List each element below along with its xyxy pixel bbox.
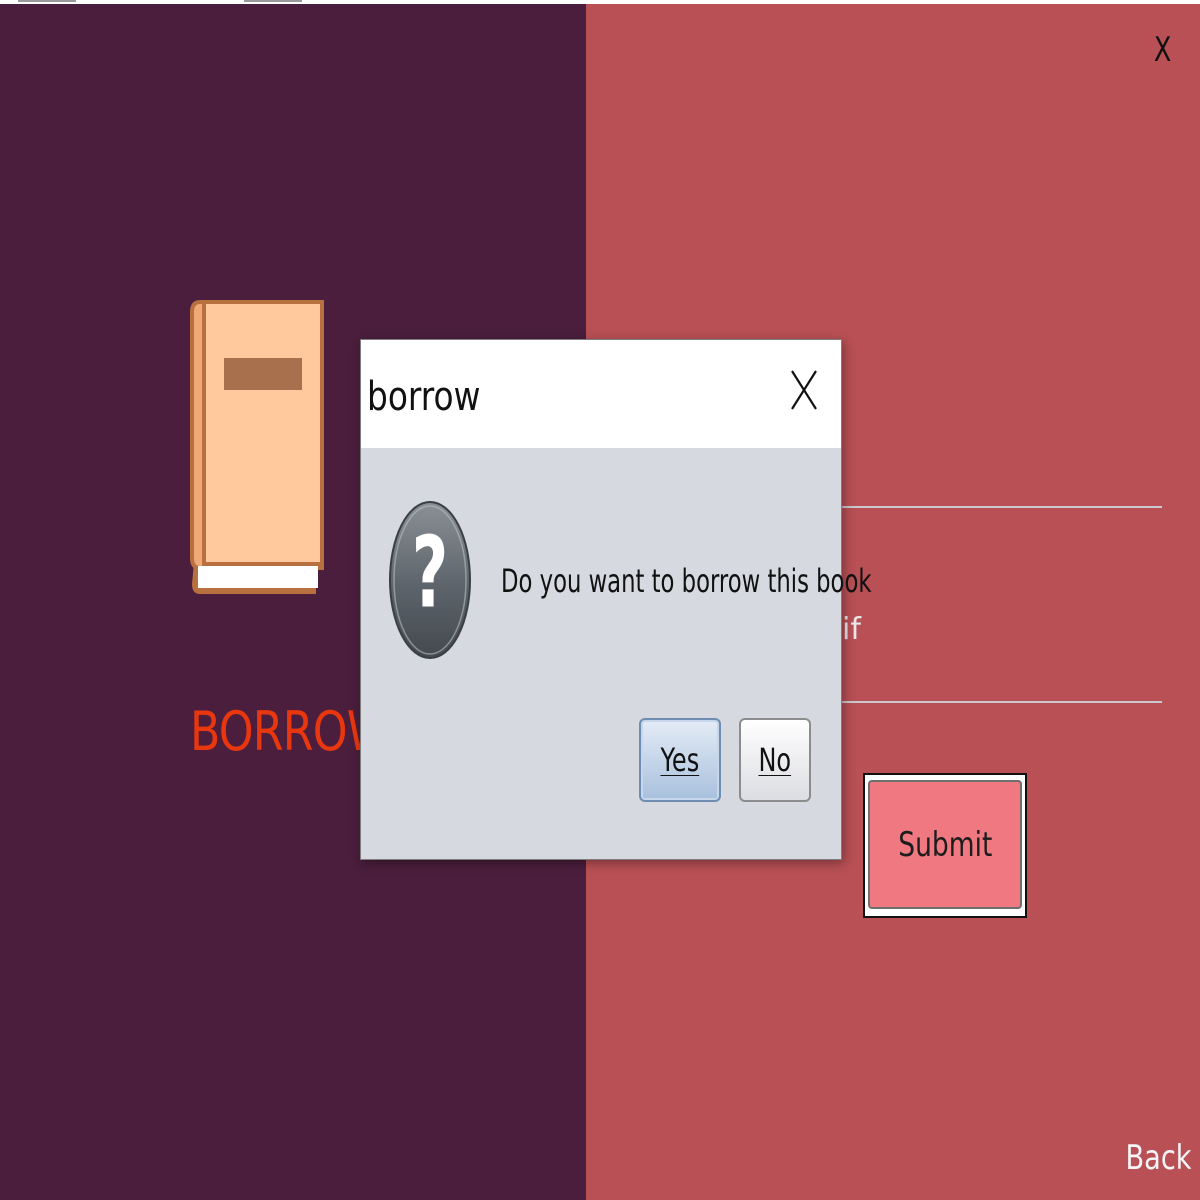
submit-button-label: Submit: [897, 824, 993, 865]
submit-button-frame: Submit: [863, 773, 1027, 918]
question-icon: ?: [389, 501, 471, 659]
input-underline-1[interactable]: [842, 506, 1162, 508]
confirm-dialog: borrow ? Do you want to borrow this book…: [360, 339, 872, 860]
partial-field-label: if: [842, 612, 861, 647]
dialog-titlebar[interactable]: borrow: [361, 340, 841, 448]
yes-button[interactable]: Yes: [639, 718, 721, 802]
submit-button[interactable]: Submit: [868, 780, 1022, 909]
svg-text:?: ?: [412, 517, 449, 630]
app-window: BORROW X if Submit Back borrow ? Do you …: [0, 0, 1200, 1200]
yes-button-label: Yes: [660, 741, 700, 779]
dialog-message: Do you want to borrow this book: [501, 562, 872, 600]
no-button[interactable]: No: [739, 718, 811, 802]
dialog-close-icon[interactable]: [789, 368, 819, 412]
back-button[interactable]: Back: [1126, 1138, 1192, 1178]
dialog-title: borrow: [367, 374, 481, 420]
window-close-button[interactable]: X: [1154, 30, 1171, 70]
no-button-label: No: [758, 741, 792, 779]
input-underline-2[interactable]: [842, 701, 1162, 703]
book-icon: [190, 300, 324, 594]
